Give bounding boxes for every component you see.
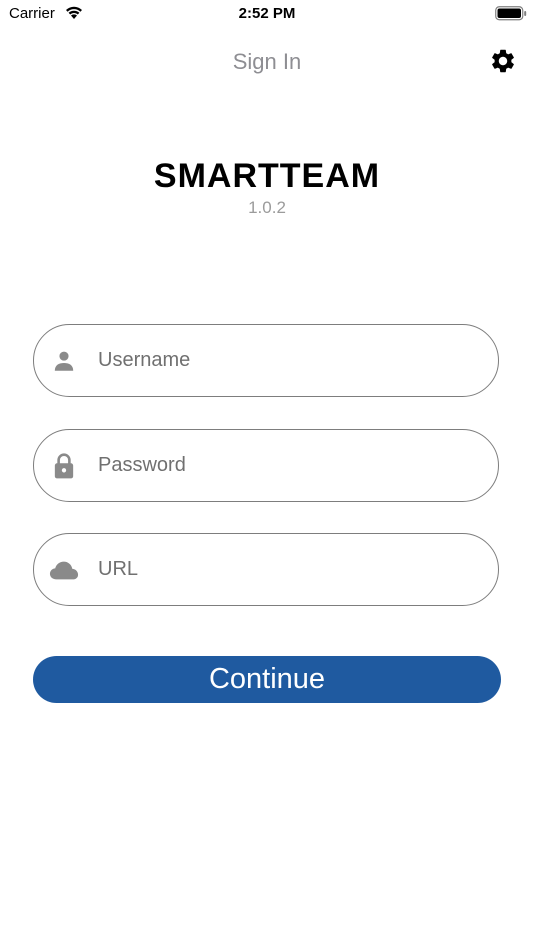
settings-button[interactable] <box>487 47 519 79</box>
username-field[interactable] <box>33 324 499 397</box>
username-input[interactable] <box>96 348 470 373</box>
gear-icon <box>489 47 517 80</box>
cloud-icon <box>49 555 79 585</box>
password-field[interactable] <box>33 429 499 502</box>
url-field[interactable] <box>33 533 499 606</box>
status-bar: Carrier 2:52 PM <box>0 0 534 28</box>
app-version: 1.0.2 <box>248 198 286 217</box>
user-icon <box>49 346 79 376</box>
app-name: SMARTTEAM <box>153 157 381 195</box>
url-input[interactable] <box>96 557 470 582</box>
nav-title: Sign In <box>232 49 302 74</box>
password-input[interactable] <box>96 453 470 478</box>
continue-button[interactable]: Continue <box>33 656 501 703</box>
status-time: 2:52 PM <box>238 5 296 22</box>
lock-icon <box>49 451 79 481</box>
battery-icon <box>495 6 527 21</box>
